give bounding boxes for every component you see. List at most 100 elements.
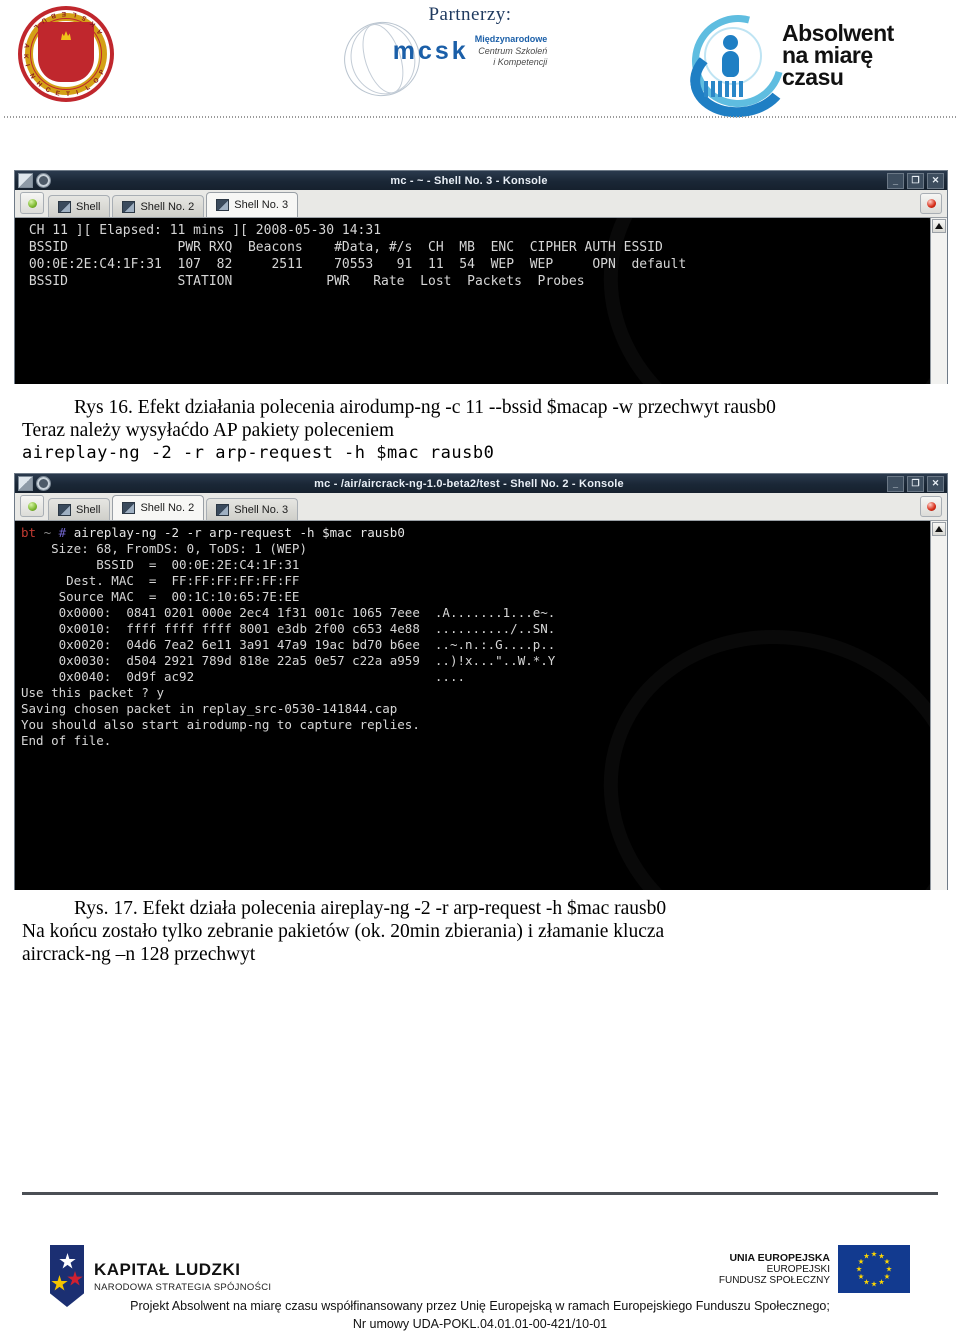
terminal-icon bbox=[122, 200, 136, 213]
eu-star-icon bbox=[884, 1258, 890, 1264]
terminal-icon bbox=[216, 503, 230, 516]
terminal-line: 0x0030: d504 2921 789d 818e 22a5 0e57 c2… bbox=[21, 653, 556, 668]
tab-shell-no-3[interactable]: Shell No. 3 bbox=[206, 498, 299, 520]
titlebar[interactable]: mc - ~ - Shell No. 3 - Konsole _ ❐ ✕ bbox=[15, 171, 947, 190]
mcsk-subtitle: Międzynarodowe Centrum Szkoleń i Kompete… bbox=[475, 34, 548, 69]
window-title: mc - /air/aircrack-ng-1.0-beta2/test - S… bbox=[314, 477, 624, 490]
vertical-scrollbar[interactable] bbox=[930, 521, 947, 890]
window-controls[interactable]: _ ❐ ✕ bbox=[887, 475, 944, 492]
terminal-screen[interactable]: CH 11 ][ Elapsed: 11 mins ][ 2008-05-30 … bbox=[15, 218, 930, 384]
eu-star-icon bbox=[858, 1273, 864, 1279]
seal-letter: C bbox=[44, 86, 53, 95]
new-tab-button[interactable] bbox=[20, 495, 44, 517]
eu-star-icon bbox=[863, 1253, 870, 1259]
terminal-line: BSSID PWR RXQ Beacons #Data, #/s CH MB E… bbox=[21, 240, 663, 255]
terminal-icon bbox=[58, 200, 71, 213]
star-white-icon bbox=[59, 1253, 76, 1269]
figure-17-caption: Rys. 17. Efekt działa polecenia aireplay… bbox=[74, 898, 667, 919]
tab-label: Shell No. 2 bbox=[140, 200, 195, 213]
mcsk-subtitle-line3: i Kompetencji bbox=[493, 57, 548, 68]
footer-text-line-2: Nr umowy UDA-POKL.04.01.01-00-421/10-01 bbox=[352, 1317, 608, 1331]
mcsk-subtitle-line1: Międzynarodowe bbox=[474, 34, 548, 44]
terminal-line: Saving chosen packet in replay_src-0530-… bbox=[21, 701, 398, 716]
tab-shell[interactable]: Shell bbox=[48, 498, 111, 520]
vertical-scrollbar[interactable] bbox=[930, 218, 947, 384]
kapital-ludzki-text: KAPITAŁ LUDZKI NARODOWA STRATEGIA SPÓJNO… bbox=[94, 1260, 271, 1293]
mcsk-logo: mcsk Międzynarodowe Centrum Szkoleń i Ko… bbox=[320, 12, 620, 106]
person-body-icon bbox=[722, 51, 739, 77]
tab-shell[interactable]: Shell bbox=[48, 195, 111, 217]
body-text-after-figure-17-line2: aircrack-ng –n 128 przechwyt bbox=[22, 944, 256, 965]
terminal-icon bbox=[58, 503, 71, 516]
minimize-button[interactable]: _ bbox=[887, 475, 904, 492]
eu-star-icon bbox=[856, 1266, 862, 1272]
prompt-command: aireplay-ng -2 -r arp-request -h $mac ra… bbox=[73, 525, 405, 540]
terminal-line: 0x0020: 04d6 7ea2 6e11 3a91 47a9 19ac bd… bbox=[21, 637, 556, 652]
tab-shell-no-2[interactable]: Shell No. 2 bbox=[112, 495, 205, 520]
eu-star-icon bbox=[858, 1258, 864, 1264]
terminal-line: 0x0010: ffff ffff ffff 8001 e3db 2f00 c6… bbox=[21, 621, 556, 636]
star-yellow-icon bbox=[51, 1275, 68, 1291]
terminal-line: You should also start airodump-ng to cap… bbox=[21, 717, 420, 732]
terminal-icon bbox=[122, 502, 136, 514]
tab-bar[interactable]: Shell Shell No. 2 Shell No. 3 bbox=[15, 493, 947, 521]
seal-letter: K bbox=[22, 54, 29, 60]
terminal-line: End of file. bbox=[21, 733, 112, 748]
ue-line-3: FUNDUSZ SPOŁECZNY bbox=[718, 1275, 830, 1286]
shade-icon[interactable] bbox=[18, 476, 33, 491]
partners-label: Partnerzy: bbox=[428, 4, 512, 25]
header-divider bbox=[4, 116, 956, 118]
close-button[interactable]: ✕ bbox=[927, 172, 944, 189]
titlebar-left-icons bbox=[18, 476, 51, 491]
tab-shell-no-3[interactable]: Shell No. 3 bbox=[206, 192, 299, 217]
shade-icon[interactable] bbox=[18, 173, 33, 188]
eu-star-icon bbox=[871, 1251, 877, 1257]
person-head-icon bbox=[723, 35, 738, 50]
seal-letter: E bbox=[54, 89, 62, 98]
new-tab-button[interactable] bbox=[20, 192, 44, 214]
body-text-after-figure-16: Teraz należy wysyłaćdo AP pakiety polece… bbox=[22, 420, 395, 441]
close-tab-button[interactable] bbox=[920, 496, 942, 517]
tab-label: Shell bbox=[76, 503, 101, 516]
eu-star-icon bbox=[878, 1278, 885, 1285]
bars-icon bbox=[704, 81, 750, 97]
konsole-window-shell-no-3[interactable]: mc - ~ - Shell No. 3 - Konsole _ ❐ ✕ She… bbox=[14, 170, 948, 384]
window-menu-icon[interactable] bbox=[36, 476, 51, 491]
absolwent-line-3: czasu bbox=[782, 63, 844, 90]
titlebar[interactable]: mc - /air/aircrack-ng-1.0-beta2/test - S… bbox=[15, 474, 947, 493]
maximize-button[interactable]: ❐ bbox=[907, 475, 924, 492]
figure-16-caption: Rys 16. Efekt działania polecenia airodu… bbox=[74, 397, 776, 418]
window-title: mc - ~ - Shell No. 3 - Konsole bbox=[390, 174, 548, 187]
konsole-window-shell-no-2[interactable]: mc - /air/aircrack-ng-1.0-beta2/test - S… bbox=[14, 473, 948, 890]
command-text-aireplay: aireplay-ng -2 -r arp-request -h $mac ra… bbox=[22, 443, 495, 463]
kapital-ludzki-subtitle: NARODOWA STRATEGIA SPÓJNOŚCI bbox=[94, 1281, 272, 1293]
body-text-after-figure-17-line1: Na końcu zostało tylko zebranie pakietów… bbox=[22, 921, 665, 942]
partners-block: Partnerzy: mcsk Międzynarodowe Centrum S… bbox=[320, 4, 620, 106]
window-controls[interactable]: _ ❐ ✕ bbox=[887, 172, 944, 189]
seal-letter: S bbox=[79, 13, 88, 22]
seal-letter: L bbox=[31, 22, 40, 32]
terminal-body: bt ~ # aireplay-ng -2 -r arp-request -h … bbox=[15, 521, 947, 890]
close-tab-button[interactable] bbox=[920, 193, 942, 214]
terminal-line: Source MAC = 00:1C:10:65:7E:EE bbox=[21, 589, 300, 604]
mcsk-subtitle-line2: Centrum Szkoleń bbox=[478, 45, 548, 56]
minimize-button[interactable]: _ bbox=[887, 172, 904, 189]
politechnika-lubelska-logo: POLITECHNIKA LUBELSKA bbox=[18, 6, 114, 102]
terminal-line: 0x0000: 0841 0201 000e 2ec4 1f31 001c 10… bbox=[21, 605, 556, 620]
terminal-body: CH 11 ][ Elapsed: 11 mins ][ 2008-05-30 … bbox=[15, 218, 947, 384]
document-header: POLITECHNIKA LUBELSKA Partnerzy: mcsk Mi… bbox=[0, 0, 960, 124]
eu-star-icon bbox=[884, 1273, 890, 1279]
window-menu-icon[interactable] bbox=[36, 173, 51, 188]
seal-letter: A bbox=[22, 42, 31, 50]
maximize-button[interactable]: ❐ bbox=[907, 172, 924, 189]
tab-shell-no-2[interactable]: Shell No. 2 bbox=[112, 195, 205, 217]
close-button[interactable]: ✕ bbox=[927, 475, 944, 492]
terminal-line: 00:0E:2E:C4:1F:31 107 82 2511 70553 91 1… bbox=[21, 257, 687, 272]
scroll-up-arrow-icon[interactable] bbox=[932, 522, 946, 536]
terminal-line: CH 11 ][ Elapsed: 11 mins ][ 2008-05-30 … bbox=[21, 223, 382, 238]
terminal-screen[interactable]: bt ~ # aireplay-ng -2 -r arp-request -h … bbox=[15, 521, 930, 890]
tab-bar[interactable]: Shell Shell No. 2 Shell No. 3 bbox=[15, 190, 947, 218]
tab-label: Shell No. 3 bbox=[234, 199, 289, 211]
terminal-icon bbox=[216, 199, 230, 211]
scroll-up-arrow-icon[interactable] bbox=[932, 219, 946, 233]
